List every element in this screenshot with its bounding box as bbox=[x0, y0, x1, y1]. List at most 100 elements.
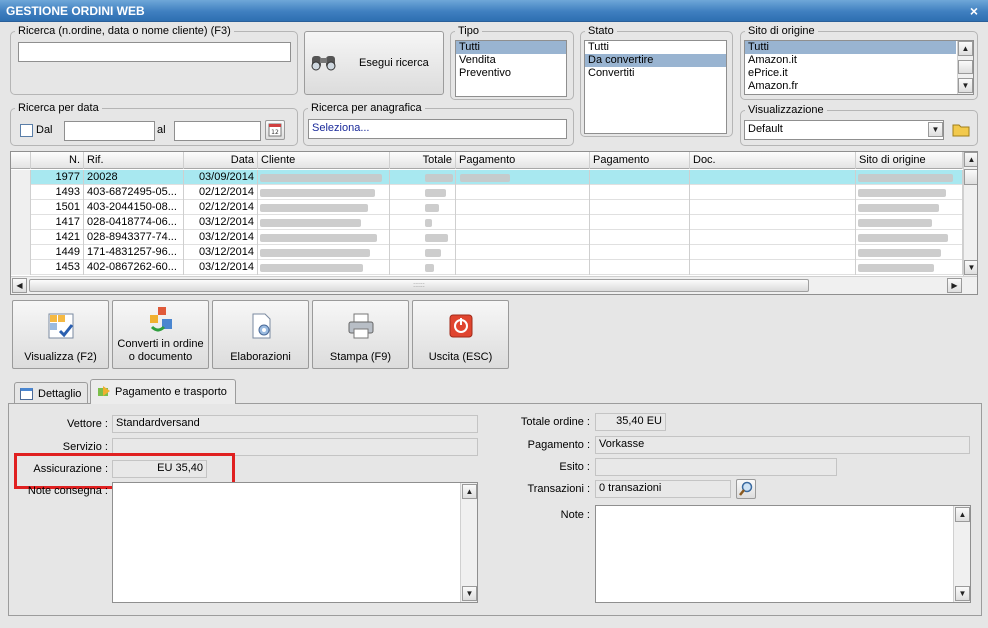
scroll-up-icon[interactable]: ▲ bbox=[955, 507, 970, 522]
search-button[interactable]: Esegui ricerca bbox=[304, 31, 444, 95]
row-indicator[interactable] bbox=[11, 215, 31, 230]
grid-header-data[interactable]: Data bbox=[184, 152, 258, 169]
scroll-thumb[interactable]: :::::: bbox=[29, 279, 809, 292]
close-icon[interactable]: × bbox=[966, 0, 982, 22]
visualizzazione-select[interactable]: Default bbox=[744, 120, 944, 140]
scroll-down-icon[interactable]: ▼ bbox=[958, 78, 973, 93]
scroll-right-icon[interactable]: ▶ bbox=[947, 278, 962, 293]
transazioni-search-button[interactable] bbox=[736, 479, 756, 499]
scroll-thumb[interactable] bbox=[958, 60, 973, 74]
table-cell bbox=[456, 230, 590, 245]
search-button-label: Esegui ricerca bbox=[359, 57, 429, 69]
note-textarea[interactable]: ▲ ▼ bbox=[595, 505, 971, 603]
al-input[interactable] bbox=[174, 121, 261, 141]
converti-label: Converti in ordine o documento bbox=[113, 338, 208, 364]
orders-grid[interactable]: N. Rif. Data Cliente Totale Pagamento Pa… bbox=[10, 151, 978, 295]
al-label: al bbox=[157, 124, 166, 136]
elaborazioni-button[interactable]: Elaborazioni bbox=[212, 300, 309, 369]
visualizza-button[interactable]: Visualizza (F2) bbox=[12, 300, 109, 369]
grid-header-pagamento[interactable]: Pagamento bbox=[456, 152, 590, 169]
tab-pagamento-trasporto[interactable]: Pagamento e trasporto bbox=[90, 379, 236, 404]
search-input[interactable] bbox=[18, 42, 291, 62]
tipo-listbox[interactable]: Tutti Vendita Preventivo bbox=[455, 40, 567, 97]
row-indicator[interactable] bbox=[11, 260, 31, 275]
window-title: GESTIONE ORDINI WEB bbox=[0, 0, 988, 22]
table-cell bbox=[590, 170, 690, 185]
uscita-button[interactable]: Uscita (ESC) bbox=[412, 300, 509, 369]
table-row[interactable]: 1493 403-6872495-05... 02/12/2014 bbox=[11, 185, 963, 200]
stato-option-convertiti[interactable]: Convertiti bbox=[585, 67, 726, 80]
table-row[interactable]: 1421 028-8943377-74... 03/12/2014 bbox=[11, 230, 963, 245]
tipo-option-preventivo[interactable]: Preventivo bbox=[456, 67, 566, 80]
grid-header-rif[interactable]: Rif. bbox=[84, 152, 184, 169]
table-row[interactable]: 1453 402-0867262-60... 03/12/2014 bbox=[11, 260, 963, 275]
table-row[interactable]: 1501 403-2044150-08... 02/12/2014 bbox=[11, 200, 963, 215]
table-row[interactable]: 1417 028-0418774-06... 03/12/2014 bbox=[11, 215, 963, 230]
tipo-option-tutti[interactable]: Tutti bbox=[456, 41, 566, 54]
redacted-content bbox=[858, 204, 939, 212]
scroll-thumb[interactable] bbox=[964, 169, 977, 185]
grid-header-cliente[interactable]: Cliente bbox=[258, 152, 390, 169]
stato-listbox[interactable]: Tutti Da convertire Convertiti bbox=[584, 40, 727, 134]
note-consegna-textarea[interactable]: ▲ ▼ bbox=[112, 482, 478, 603]
uscita-label: Uscita (ESC) bbox=[428, 351, 493, 363]
row-indicator[interactable] bbox=[11, 185, 31, 200]
grid-header: N. Rif. Data Cliente Totale Pagamento Pa… bbox=[11, 152, 963, 169]
redacted-content bbox=[425, 189, 446, 197]
scroll-up-icon[interactable]: ▲ bbox=[462, 484, 477, 499]
table-cell bbox=[390, 185, 456, 200]
tab-dettaglio-label: Dettaglio bbox=[38, 388, 82, 400]
calendar-button[interactable]: 12 bbox=[265, 120, 285, 140]
cell-n: 1417 bbox=[31, 215, 84, 230]
scroll-left-icon[interactable]: ◀ bbox=[12, 278, 27, 293]
note-consegna-scrollbar[interactable]: ▲ ▼ bbox=[460, 483, 477, 602]
scroll-down-icon[interactable]: ▼ bbox=[955, 586, 970, 601]
converti-button[interactable]: Converti in ordine o documento bbox=[112, 300, 209, 369]
grid-header-doc[interactable]: Doc. bbox=[690, 152, 856, 169]
chevron-down-icon[interactable]: ▼ bbox=[928, 122, 943, 137]
stato-option-da-convertire[interactable]: Da convertire bbox=[585, 54, 726, 67]
redacted-content bbox=[858, 249, 941, 257]
scroll-up-icon[interactable]: ▲ bbox=[964, 152, 977, 167]
table-row[interactable]: 1977 20028 03/09/2014 bbox=[11, 170, 963, 185]
scroll-down-icon[interactable]: ▼ bbox=[462, 586, 477, 601]
note-scrollbar[interactable]: ▲ ▼ bbox=[953, 506, 970, 602]
grid-header-sito[interactable]: Sito di origine bbox=[856, 152, 963, 169]
scroll-down-icon[interactable]: ▼ bbox=[964, 260, 977, 275]
stato-option-tutti[interactable]: Tutti bbox=[585, 41, 726, 54]
grid-header-n[interactable]: N. bbox=[31, 152, 84, 169]
row-indicator[interactable] bbox=[11, 245, 31, 260]
table-cell bbox=[690, 185, 856, 200]
dal-input[interactable] bbox=[64, 121, 155, 141]
anagrafica-select[interactable]: Seleziona... bbox=[308, 119, 567, 139]
sito-option-amazon-fr[interactable]: Amazon.fr bbox=[745, 80, 973, 93]
grid-header-totale[interactable]: Totale bbox=[390, 152, 456, 169]
grid-vscrollbar[interactable]: ▲ ▼ bbox=[963, 152, 977, 276]
sito-scrollbar[interactable]: ▲ ▼ bbox=[957, 41, 973, 94]
dal-checkbox[interactable] bbox=[20, 124, 33, 137]
redacted-content bbox=[425, 264, 434, 272]
esito-field bbox=[595, 458, 837, 476]
row-indicator[interactable] bbox=[11, 230, 31, 245]
sito-listbox[interactable]: Tutti Amazon.it ePrice.it Amazon.fr ▲ ▼ bbox=[744, 40, 974, 95]
tab-dettaglio[interactable]: Dettaglio bbox=[14, 382, 88, 404]
stampa-button[interactable]: Stampa (F9) bbox=[312, 300, 409, 369]
redacted-content bbox=[425, 174, 453, 182]
vettore-label: Vettore : bbox=[67, 418, 108, 430]
pagamento-label: Pagamento : bbox=[527, 439, 590, 451]
tipo-option-vendita[interactable]: Vendita bbox=[456, 54, 566, 67]
sito-option-tutti[interactable]: Tutti bbox=[745, 41, 956, 54]
table-cell bbox=[590, 230, 690, 245]
table-cell bbox=[590, 200, 690, 215]
row-indicator[interactable] bbox=[11, 170, 31, 185]
row-indicator[interactable] bbox=[11, 200, 31, 215]
table-cell bbox=[590, 185, 690, 200]
sito-option-eprice-it[interactable]: ePrice.it bbox=[745, 67, 973, 80]
grid-hscrollbar[interactable]: ◀ :::::: ▶ bbox=[11, 276, 977, 294]
grid-header-pagamento-2[interactable]: Pagamento bbox=[590, 152, 690, 169]
folder-icon[interactable] bbox=[950, 118, 972, 140]
table-row[interactable]: 1449 171-4831257-96... 03/12/2014 bbox=[11, 245, 963, 260]
scroll-up-icon[interactable]: ▲ bbox=[958, 41, 973, 56]
sito-option-amazon-it[interactable]: Amazon.it bbox=[745, 54, 973, 67]
redacted-content bbox=[260, 204, 368, 212]
